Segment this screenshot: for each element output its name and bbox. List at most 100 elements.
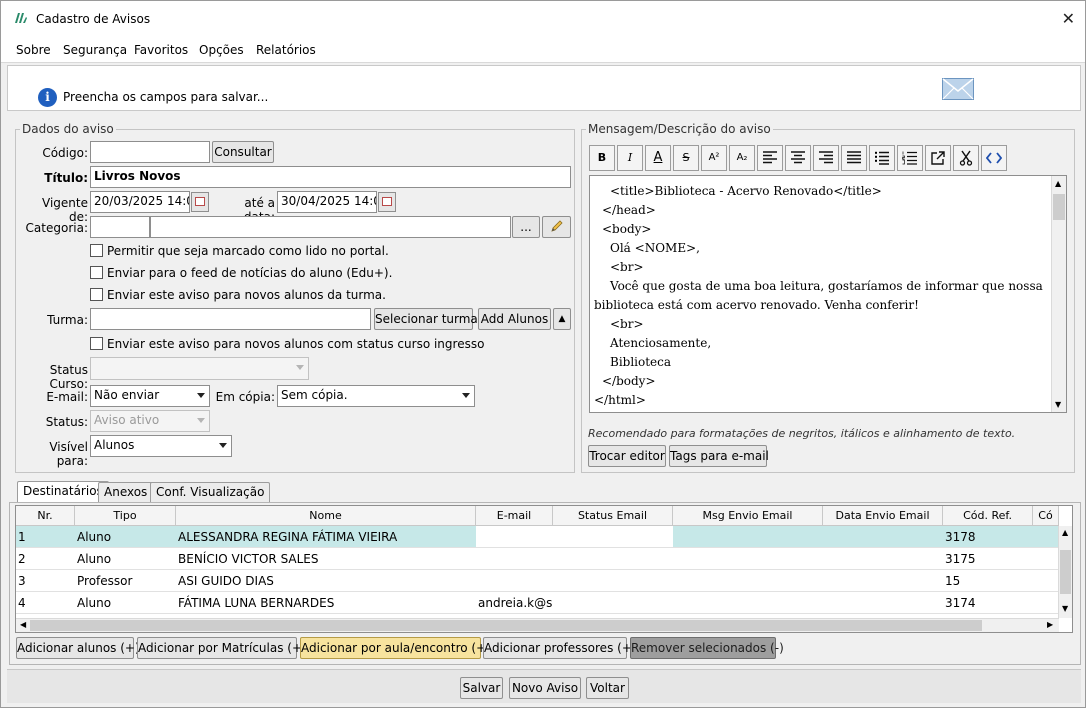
justify-icon[interactable] <box>841 145 867 171</box>
italic-button[interactable]: I <box>617 145 643 171</box>
tab-destinatarios[interactable]: Destinatários <box>17 481 109 503</box>
categoria-browse-button[interactable]: ... <box>512 216 540 238</box>
menu-seguranca[interactable]: Segurança <box>63 43 127 57</box>
salvar-button[interactable]: Salvar <box>460 677 503 699</box>
check-status-ingresso[interactable] <box>90 337 103 350</box>
col-header[interactable]: Status Email <box>553 506 673 526</box>
menu-favoritos[interactable]: Favoritos <box>134 43 188 57</box>
check-feed-noticias[interactable] <box>90 266 103 279</box>
destinatarios-table[interactable]: Nr. Tipo Nome E-mail Status Email Msg En… <box>15 505 1073 633</box>
scroll-left-icon[interactable]: ◀ <box>20 620 26 629</box>
table-cell[interactable]: 2 <box>16 548 75 570</box>
col-header[interactable]: E-mail <box>476 506 553 526</box>
categoria-code-input[interactable] <box>90 216 150 238</box>
table-cell[interactable] <box>673 592 823 614</box>
font-color-button[interactable]: A <box>645 145 671 171</box>
table-cell[interactable]: 3 <box>16 570 75 592</box>
categoria-name-input[interactable] <box>150 216 511 238</box>
table-vscroll-thumb[interactable] <box>1060 550 1071 594</box>
table-cell[interactable] <box>553 526 673 548</box>
check-marcar-lido[interactable] <box>90 244 103 257</box>
table-cell[interactable] <box>673 570 823 592</box>
align-center-icon[interactable] <box>785 145 811 171</box>
table-cell[interactable] <box>476 526 553 548</box>
col-header[interactable]: Data Envio Email <box>823 506 943 526</box>
vigente-calendar-icon[interactable] <box>191 192 209 212</box>
collapse-arrow-icon[interactable]: ▲ <box>553 308 571 330</box>
scroll-right-icon[interactable]: ▶ <box>1047 620 1053 629</box>
table-cell[interactable]: Aluno <box>75 526 176 548</box>
cut-icon[interactable] <box>953 145 979 171</box>
novo-aviso-button[interactable]: Novo Aviso <box>509 677 581 699</box>
titulo-input[interactable]: Livros Novos <box>90 166 571 188</box>
table-vertical-scrollbar[interactable]: ▲ ▼ <box>1058 526 1072 618</box>
close-icon[interactable]: ✕ <box>1062 9 1075 28</box>
adicionar-aula-button[interactable]: Adicionar por aula/encontro (+) <box>300 637 491 659</box>
table-cell[interactable]: BENÍCIO VICTOR SALES <box>176 548 476 570</box>
table-cell[interactable]: 3175 <box>943 548 1033 570</box>
selecionar-turma-button[interactable]: Selecionar turma <box>374 308 478 330</box>
adicionar-matriculas-button[interactable]: Adicionar por Matrículas (+) <box>137 637 307 659</box>
table-cell[interactable]: 3174 <box>943 592 1033 614</box>
menu-opcoes[interactable]: Opções <box>199 43 244 57</box>
col-header[interactable]: Cód. Ref. <box>943 506 1033 526</box>
table-cell[interactable] <box>476 570 553 592</box>
tags-email-button[interactable]: Tags para e-mail <box>669 445 769 467</box>
visivel-select[interactable]: Alunos <box>90 435 232 457</box>
table-cell[interactable]: Aluno <box>75 548 176 570</box>
table-cell[interactable] <box>823 548 943 570</box>
editor-vertical-scrollbar[interactable]: ▲ ▼ <box>1051 176 1066 412</box>
strikethrough-button[interactable]: S <box>673 145 699 171</box>
categoria-edit-button[interactable] <box>542 216 571 238</box>
superscript-button[interactable]: A² <box>701 145 727 171</box>
consultar-button[interactable]: Consultar <box>212 141 274 163</box>
adicionar-professores-button[interactable]: Adicionar professores (+) <box>483 637 637 659</box>
table-cell[interactable]: 3178 <box>943 526 1033 548</box>
table-cell[interactable]: 4 <box>16 592 75 614</box>
table-horizontal-scrollbar[interactable]: ◀ ▶ <box>16 618 1059 632</box>
col-header[interactable]: Msg Envio Email <box>673 506 823 526</box>
table-cell[interactable]: 1 <box>16 526 75 548</box>
table-cell[interactable] <box>476 548 553 570</box>
col-header[interactable]: Tipo <box>75 506 176 526</box>
ate-data-calendar-icon[interactable] <box>378 192 396 212</box>
table-cell[interactable] <box>553 548 673 570</box>
ate-data-input[interactable]: 30/04/2025 14:01 <box>277 191 377 213</box>
scroll-up-icon[interactable]: ▲ <box>1062 528 1068 537</box>
col-header[interactable]: Có <box>1033 506 1059 526</box>
table-hscroll-thumb[interactable] <box>30 620 982 631</box>
table-cell[interactable]: FÁTIMA LUNA BERNARDES <box>176 592 476 614</box>
trocar-editor-button[interactable]: Trocar editor <box>588 445 666 467</box>
align-left-icon[interactable] <box>757 145 783 171</box>
bullet-list-icon[interactable] <box>869 145 895 171</box>
status-select[interactable]: Aviso ativo <box>90 410 210 432</box>
align-right-icon[interactable] <box>813 145 839 171</box>
numbered-list-icon[interactable] <box>897 145 923 171</box>
col-header[interactable]: Nome <box>176 506 476 526</box>
table-cell[interactable]: ASI GUIDO DIAS <box>176 570 476 592</box>
table-cell[interactable]: Professor <box>75 570 176 592</box>
table-cell[interactable] <box>553 592 673 614</box>
scroll-down-icon[interactable]: ▼ <box>1062 604 1068 613</box>
check-novos-alunos-turma[interactable] <box>90 288 103 301</box>
table-cell[interactable]: ALESSANDRA REGINA FÁTIMA VIEIRA <box>176 526 476 548</box>
tab-anexos[interactable]: Anexos <box>98 482 154 502</box>
external-link-icon[interactable] <box>925 145 951 171</box>
status-curso-select[interactable] <box>90 357 309 380</box>
table-cell[interactable] <box>673 526 823 548</box>
source-code-icon[interactable] <box>981 145 1007 171</box>
codigo-input[interactable] <box>90 141 210 163</box>
bold-button[interactable]: B <box>589 145 615 171</box>
voltar-button[interactable]: Voltar <box>586 677 629 699</box>
table-cell[interactable]: andreia.k@s... <box>476 592 553 614</box>
table-cell[interactable]: Aluno <box>75 592 176 614</box>
em-copia-select[interactable]: Sem cópia. <box>277 385 475 407</box>
table-cell[interactable] <box>823 592 943 614</box>
turma-input[interactable] <box>90 308 371 330</box>
table-cell[interactable] <box>553 570 673 592</box>
message-editor[interactable]: <title>Biblioteca - Acervo Renovado</tit… <box>589 175 1067 413</box>
table-cell[interactable] <box>673 548 823 570</box>
email-select[interactable]: Não enviar <box>90 385 210 407</box>
table-cell[interactable] <box>823 570 943 592</box>
menu-relatorios[interactable]: Relatórios <box>256 43 316 57</box>
